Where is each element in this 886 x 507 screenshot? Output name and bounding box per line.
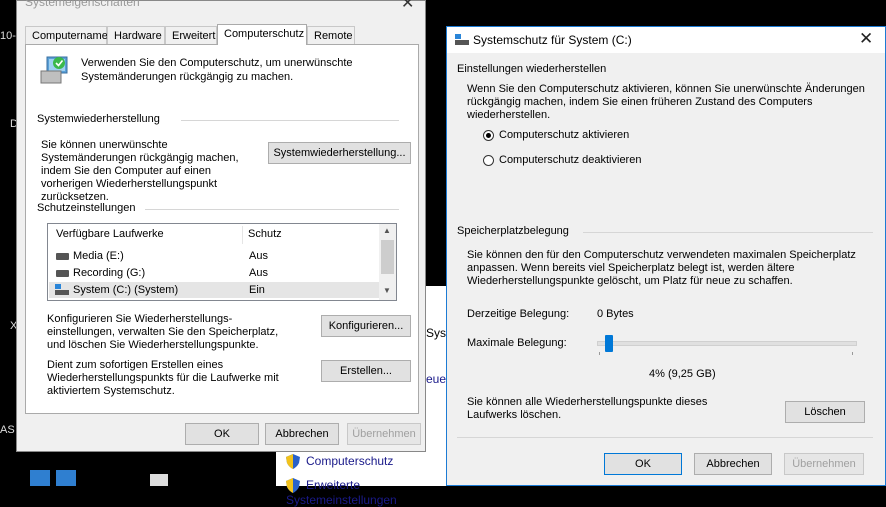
restore-heading: Systemwiederherstellung (37, 113, 160, 125)
drives-scrollbar[interactable]: ▲ ▼ (379, 224, 396, 300)
divider (583, 232, 873, 233)
divider (457, 437, 873, 438)
max-usage-slider-track[interactable] (597, 341, 857, 346)
title-bar[interactable]: Systemschutz für System (C:) ✕ (447, 27, 885, 53)
radio-button[interactable] (483, 155, 494, 166)
column-header-protection[interactable]: Schutz (248, 228, 282, 240)
max-usage-label: Maximale Belegung: (467, 337, 567, 349)
drive-row[interactable]: Media (E:) Aus (49, 248, 379, 264)
explorer-fragment: Sys (426, 326, 447, 340)
delete-description: Sie können alle Wiederherstellungspunkte… (467, 396, 708, 421)
configure-description: Konfigurieren Sie Wiederherstellungs- ei… (47, 313, 279, 351)
close-icon[interactable]: ✕ (401, 0, 414, 13)
restore-description: Sie können unerwünschte Systemänderungen… (41, 139, 239, 203)
apply-button[interactable]: Übernehmen (347, 423, 421, 445)
drive-name: System (C:) (System) (73, 284, 179, 296)
column-header-drive[interactable]: Verfügbare Laufwerke (56, 228, 164, 240)
max-usage-slider-thumb[interactable] (605, 335, 614, 352)
divider (181, 120, 399, 121)
drives-list[interactable]: Verfügbare Laufwerke Schutz Media (E:) A… (47, 223, 397, 301)
dialog-title: Systemeigenschaften (25, 0, 140, 9)
scroll-down-icon[interactable]: ▼ (383, 286, 391, 295)
create-button[interactable]: Erstellen... (321, 360, 411, 382)
divider (145, 209, 399, 210)
explorer-item-advanced[interactable]: Erweiterte Systemeinstellungen (286, 478, 446, 507)
system-protection-config-dialog: Systemschutz für System (C:) ✕ Einstellu… (446, 26, 886, 486)
computer-protection-icon (40, 56, 68, 84)
explorer-item-computerschutz[interactable]: Computerschutz (286, 454, 394, 470)
taskbar-icon[interactable] (30, 470, 50, 486)
tab-computername[interactable]: Computername (25, 26, 108, 44)
create-description: Dient zum sofortigen Erstellen eines Wie… (47, 359, 279, 397)
drive-name: Recording (G:) (73, 267, 146, 279)
document-icon (150, 474, 168, 486)
tab-remote[interactable]: Remote (307, 26, 355, 44)
disk-usage-description: Sie können den für den Computerschutz ve… (467, 249, 856, 287)
drive-protection: Ein (249, 284, 265, 296)
radio-label: Computerschutz deaktivieren (499, 154, 642, 166)
column-separator[interactable] (242, 226, 243, 244)
slider-ticks (599, 352, 853, 355)
disk-usage-heading: Speicherplatzbelegung (457, 225, 569, 237)
explorer-item-label: Erweiterte Systemeinstellungen (286, 478, 397, 507)
system-properties-dialog: Systemeigenschaften ✕ Computername Hardw… (16, 0, 426, 452)
tab-hardware[interactable]: Hardware (107, 26, 165, 44)
configure-button[interactable]: Konfigurieren... (321, 315, 411, 337)
scroll-thumb[interactable] (381, 240, 394, 274)
system-drive-icon (55, 284, 69, 295)
bg-fragment: AS (0, 424, 15, 436)
current-usage-label: Derzeitige Belegung: (467, 308, 570, 320)
restore-settings-heading: Einstellungen wiederherstellen (457, 63, 607, 75)
taskbar-icon[interactable] (56, 470, 76, 486)
uac-shield-icon (286, 454, 300, 470)
max-usage-value: 4% (9,25 GB) (649, 368, 716, 380)
radio-button[interactable] (483, 130, 494, 141)
protection-heading: Schutzeinstellungen (37, 202, 136, 214)
bg-fragment: 10- (0, 30, 16, 42)
current-usage-value: 0 Bytes (597, 308, 634, 320)
hard-drive-icon (56, 253, 69, 260)
ok-button[interactable]: OK (604, 453, 682, 475)
drive-row-selected[interactable]: System (C:) (System) Ein (49, 282, 379, 298)
tab-erweitert[interactable]: Erweitert (165, 26, 217, 44)
close-icon[interactable]: ✕ (859, 29, 873, 49)
delete-button[interactable]: Löschen (785, 401, 865, 423)
radio-label: Computerschutz aktivieren (499, 129, 630, 141)
system-restore-button[interactable]: Systemwiederherstellung... (268, 142, 411, 164)
tab-computerschutz[interactable]: Computerschutz (217, 24, 307, 45)
drive-name: Media (E:) (73, 250, 124, 262)
cancel-button[interactable]: Abbrechen (694, 453, 772, 475)
drive-protection: Aus (249, 250, 268, 262)
hard-drive-icon (56, 270, 69, 277)
scroll-up-icon[interactable]: ▲ (383, 226, 391, 235)
cancel-button[interactable]: Abbrechen (265, 423, 339, 445)
drive-protection: Aus (249, 267, 268, 279)
dialog-title: Systemschutz für System (C:) (473, 33, 632, 47)
drive-row[interactable]: Recording (G:) Aus (49, 265, 379, 281)
apply-button[interactable]: Übernehmen (784, 453, 864, 475)
restore-settings-description: Wenn Sie den Computerschutz aktivieren, … (467, 83, 865, 121)
ok-button[interactable]: OK (185, 423, 259, 445)
intro-text: Verwenden Sie den Computerschutz, um une… (81, 57, 353, 83)
system-drive-icon (455, 34, 469, 45)
explorer-item-label: Computerschutz (306, 454, 394, 468)
